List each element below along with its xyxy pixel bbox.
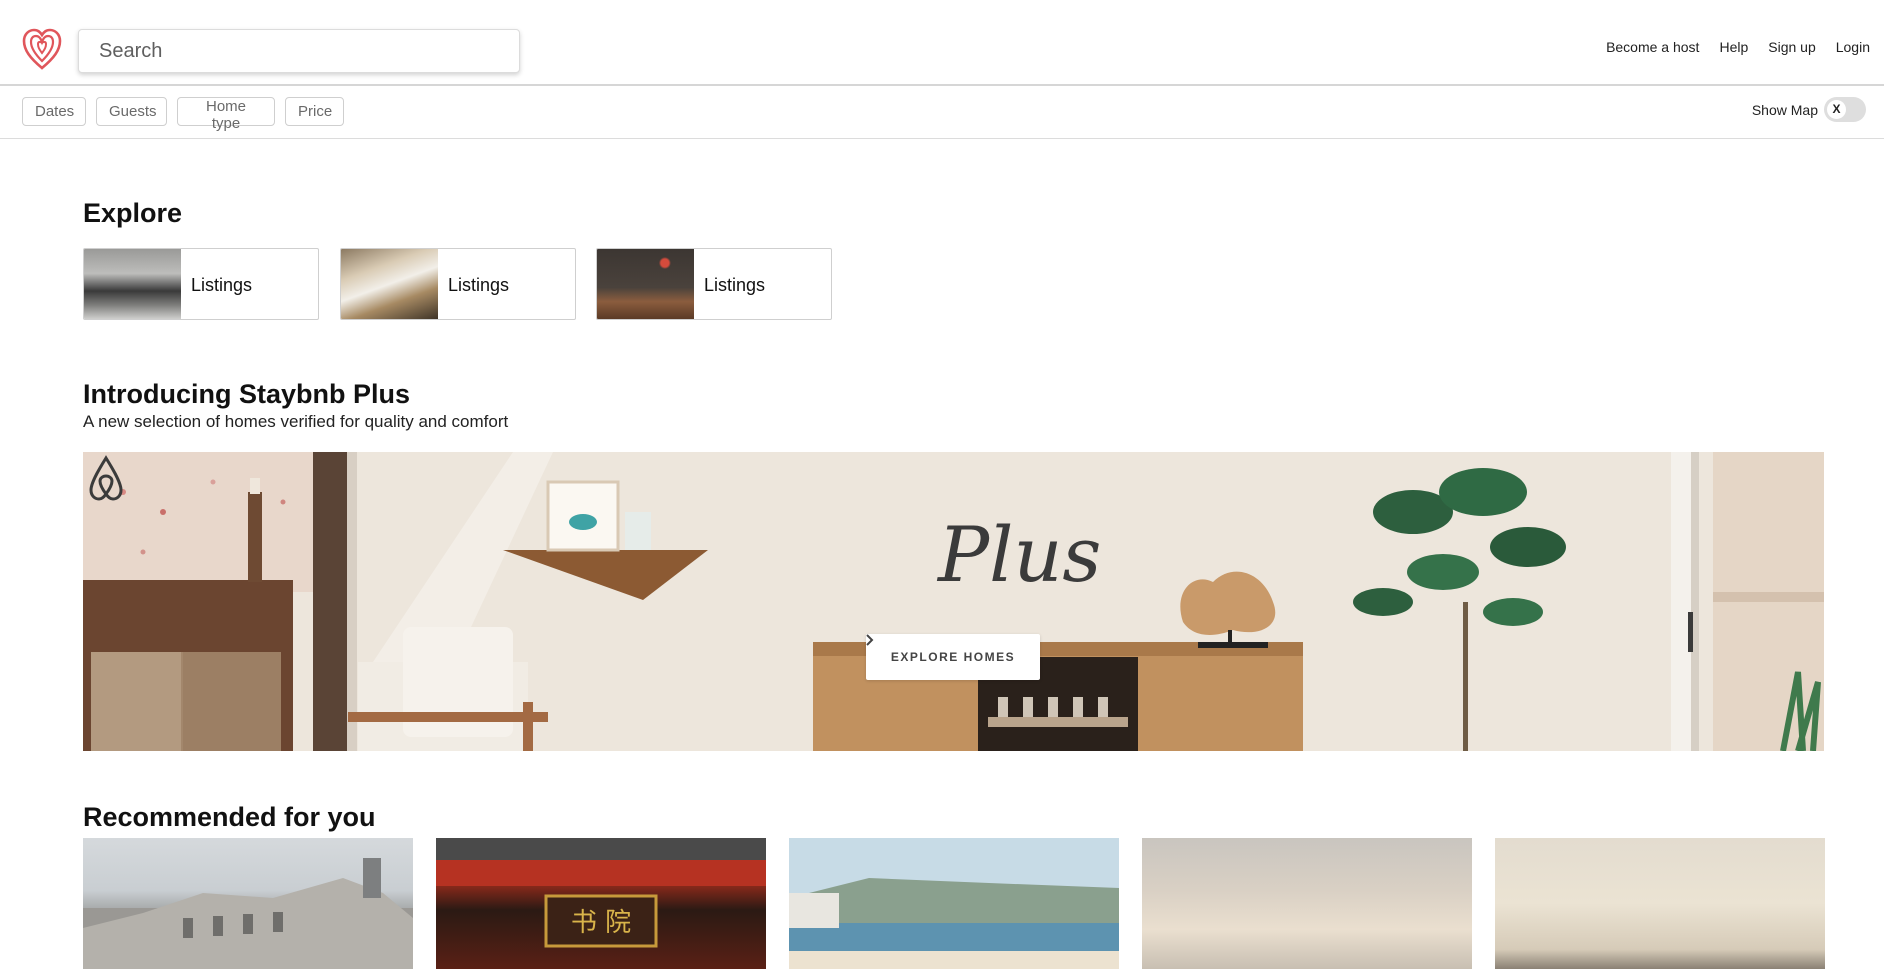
show-map-label: Show Map [1751,102,1818,118]
become-host-link[interactable]: Become a host [1606,39,1699,55]
hazy-landscape-photo[interactable] [1495,838,1825,969]
help-link[interactable]: Help [1719,39,1748,55]
explore-card-label: Listings [704,275,766,295]
beach-town-photo[interactable] [789,838,1119,969]
explore-card-label: Listings [448,275,510,295]
plus-logo-text: Plus [938,510,1102,599]
explore-heading: Explore [83,198,183,228]
red-gate-photo[interactable]: 书 院 [436,838,766,969]
cloudy-sky-photo[interactable] [1142,838,1472,969]
recommended-heading: Recommended for you [83,802,376,832]
interior-scene-illustration [83,452,1824,751]
login-link[interactable]: Login [1836,39,1870,55]
plus-heading: Introducing Staybnb Plus [83,379,411,409]
signup-link[interactable]: Sign up [1768,39,1815,55]
historic-building-photo[interactable] [83,838,413,969]
explore-homes-label: EXPLORE HOMES [890,650,1016,664]
explore-card[interactable]: Listings [83,248,319,320]
building-silhouette [83,858,413,969]
top-nav: Become a host Help Sign up Login [1606,39,1870,55]
chevron-right-icon [866,634,874,646]
explore-card-label: Listings [191,275,253,295]
explore-card[interactable]: Listings [596,248,832,320]
explore-card[interactable]: Listings [340,248,576,320]
logo-icon[interactable] [22,28,62,70]
toggle-knob: X [1827,100,1846,119]
show-map-toggle[interactable]: X [1824,97,1866,122]
top-header: Become a host Help Sign up Login [0,0,1884,86]
living-room-photo [84,249,181,319]
filter-price-button[interactable]: Price [285,97,344,126]
filter-home-type-button[interactable]: Home type [177,97,275,132]
svg-text:书 院: 书 院 [571,908,631,938]
explore-homes-button[interactable]: EXPLORE HOMES [866,634,1040,680]
plus-banner[interactable]: Plus EXPLORE HOMES [83,452,1824,751]
filter-bar: Dates Guests Home type Price Show Map X [0,86,1884,139]
plus-subtitle: A new selection of homes verified for qu… [83,412,509,431]
beach-scene-illustration [789,838,1119,969]
gate-sign-illustration: 书 院 [436,838,766,948]
dining-room-photo [341,249,438,319]
filter-guests-button[interactable]: Guests [96,97,167,126]
plus-belo-icon [89,455,123,501]
search-input[interactable] [78,29,520,73]
lounge-photo [597,249,694,319]
filter-dates-button[interactable]: Dates [22,97,86,126]
